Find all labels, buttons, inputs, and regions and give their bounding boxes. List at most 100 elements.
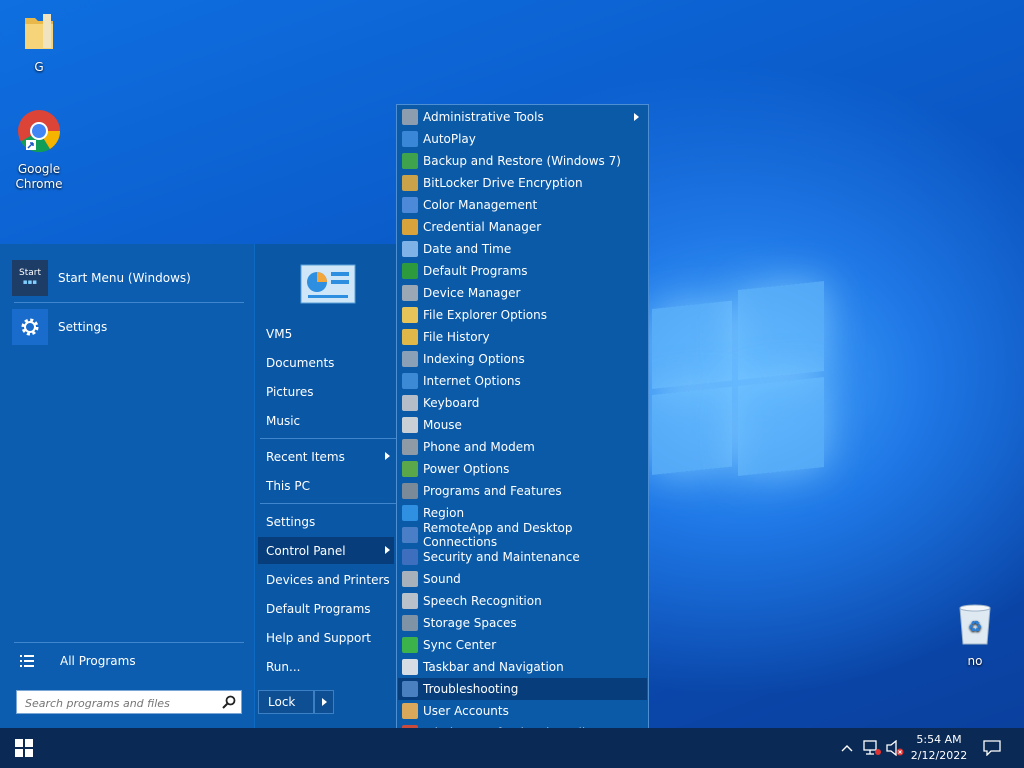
control-panel-item-file-explorer-options[interactable]: File Explorer Options xyxy=(398,304,647,326)
start-menu-item-music[interactable]: Music xyxy=(258,407,394,434)
windows-logo-wallpaper xyxy=(652,280,824,489)
windows-start-icon[interactable] xyxy=(15,739,33,757)
search-box[interactable] xyxy=(16,690,242,714)
control-panel-item-file-history[interactable]: File History xyxy=(398,326,647,348)
sync-icon xyxy=(402,637,418,653)
control-panel-item-device-manager[interactable]: Device Manager xyxy=(398,282,647,304)
control-panel-item-default-programs[interactable]: Default Programs xyxy=(398,260,647,282)
control-panel-item-sync-center[interactable]: Sync Center xyxy=(398,634,647,656)
item-label: Devices and Printers xyxy=(266,572,390,587)
item-label: Pictures xyxy=(266,384,314,399)
search-icon[interactable] xyxy=(222,695,236,709)
all-programs-button[interactable]: All Programs xyxy=(16,649,246,673)
lock-label: Lock xyxy=(268,695,296,709)
control-panel-item-taskbar-and-navigation[interactable]: Taskbar and Navigation xyxy=(398,656,647,678)
recycle-bin-icon: ♻ xyxy=(959,604,991,645)
control-panel-item-label: Programs and Features xyxy=(423,484,562,498)
control-panel-item-user-accounts[interactable]: User Accounts xyxy=(398,700,647,722)
start-menu-item-pictures[interactable]: Pictures xyxy=(258,378,394,405)
control-panel-item-troubleshooting[interactable]: Troubleshooting xyxy=(398,678,647,700)
clock-date: 2/12/2022 xyxy=(910,749,968,762)
lock-button[interactable]: Lock xyxy=(258,690,314,714)
control-panel-item-administrative-tools[interactable]: Administrative Tools xyxy=(398,106,647,128)
taskbar-icon xyxy=(402,659,418,675)
item-label: Documents xyxy=(266,355,335,370)
flag-icon xyxy=(402,549,418,565)
desktop-icon-folder-g[interactable]: G xyxy=(4,10,74,75)
start-menu-item-recent-items[interactable]: Recent Items xyxy=(258,443,394,470)
desktop-icon-chrome[interactable]: Google Chrome xyxy=(4,108,74,192)
notification-icon[interactable] xyxy=(983,740,1001,756)
control-panel-item-indexing-options[interactable]: Indexing Options xyxy=(398,348,647,370)
control-panel-item-internet-options[interactable]: Internet Options xyxy=(398,370,647,392)
chevron-right-icon xyxy=(634,113,639,121)
control-panel-item-label: Backup and Restore (Windows 7) xyxy=(423,154,621,168)
start-menu-item-help-support[interactable]: Help and Support xyxy=(258,624,394,651)
chrome-icon xyxy=(18,110,61,153)
chevron-up-icon[interactable] xyxy=(841,744,853,752)
start-menu-item-control-panel[interactable]: Control Panel xyxy=(258,537,394,564)
control-panel-item-bitlocker-drive-encryption[interactable]: BitLocker Drive Encryption xyxy=(398,172,647,194)
control-panel-item-date-and-time[interactable]: Date and Time xyxy=(398,238,647,260)
start-menu-item-vm5[interactable]: VM5 xyxy=(258,320,394,347)
control-panel-item-label: Device Manager xyxy=(423,286,521,300)
divider xyxy=(260,438,396,439)
control-panel-item-label: Phone and Modem xyxy=(423,440,535,454)
start-menu-item-settings[interactable]: Settings xyxy=(258,508,394,535)
control-panel-item-keyboard[interactable]: Keyboard xyxy=(398,392,647,414)
start-menu-tile-icon: Start ▪▪▪ xyxy=(12,260,48,296)
control-panel-item-security-and-maintenance[interactable]: Security and Maintenance xyxy=(398,546,647,568)
start-menu-item-devices-printers[interactable]: Devices and Printers xyxy=(258,566,394,593)
control-panel-item-label: Credential Manager xyxy=(423,220,542,234)
control-panel-item-label: File Explorer Options xyxy=(423,308,547,322)
start-menu-item-default-programs[interactable]: Default Programs xyxy=(258,595,394,622)
control-panel-item-autoplay[interactable]: AutoPlay xyxy=(398,128,647,150)
network-icon[interactable] xyxy=(863,740,881,756)
speaker-icon xyxy=(402,571,418,587)
start-menu-item-run[interactable]: Run... xyxy=(258,653,394,680)
pinned-start-menu-windows[interactable]: Start ▪▪▪ Start Menu (Windows) xyxy=(12,258,244,298)
keyboard-icon xyxy=(402,395,418,411)
tile-text: Start xyxy=(19,268,41,278)
control-panel-user-icon xyxy=(300,264,356,304)
control-panel-item-mouse[interactable]: Mouse xyxy=(398,414,647,436)
clock-icon xyxy=(402,241,418,257)
control-panel-item-speech-recognition[interactable]: Speech Recognition xyxy=(398,590,647,612)
item-label: Help and Support xyxy=(266,630,371,645)
control-panel-item-label: Administrative Tools xyxy=(423,110,544,124)
svg-text:♻: ♻ xyxy=(968,617,982,636)
power-options-arrow-button[interactable] xyxy=(314,690,334,714)
start-menu-item-this-pc[interactable]: This PC xyxy=(258,472,394,499)
backup-icon xyxy=(402,153,418,169)
control-panel-item-programs-and-features[interactable]: Programs and Features xyxy=(398,480,647,502)
clock-time: 5:54 AM xyxy=(916,733,962,746)
programs-icon xyxy=(402,483,418,499)
system-clock[interactable]: 5:54 AM 2/12/2022 xyxy=(906,732,972,764)
desktop-icon-recycle-bin[interactable]: ♻ no xyxy=(940,602,1010,669)
control-panel-item-credential-manager[interactable]: Credential Manager xyxy=(398,216,647,238)
control-panel-item-power-options[interactable]: Power Options xyxy=(398,458,647,480)
troubleshoot-icon xyxy=(402,681,418,697)
control-panel-item-backup-and-restore-windows-7[interactable]: Backup and Restore (Windows 7) xyxy=(398,150,647,172)
start-menu-item-documents[interactable]: Documents xyxy=(258,349,394,376)
all-programs-label: All Programs xyxy=(60,654,136,668)
region-icon xyxy=(402,505,418,521)
search-input[interactable] xyxy=(23,692,217,714)
control-panel-item-remoteapp-and-desktop-connections[interactable]: RemoteApp and Desktop Connections xyxy=(398,521,647,549)
pinned-settings[interactable]: Settings xyxy=(12,307,244,347)
control-panel-item-label: Sound xyxy=(423,572,461,586)
volume-muted-icon[interactable] xyxy=(885,740,905,756)
desktop-icon-label: G xyxy=(34,60,44,74)
control-panel-item-label: Indexing Options xyxy=(423,352,525,366)
divider xyxy=(14,642,244,643)
start-menu: Start ▪▪▪ Start Menu (Windows) Settings … xyxy=(0,244,398,728)
control-panel-item-color-management[interactable]: Color Management xyxy=(398,194,647,216)
item-label: Settings xyxy=(266,514,316,529)
item-label: Music xyxy=(266,413,301,428)
desktop-icon-label: Google Chrome xyxy=(15,162,63,191)
item-label: Default Programs xyxy=(266,601,371,616)
control-panel-item-phone-and-modem[interactable]: Phone and Modem xyxy=(398,436,647,458)
control-panel-item-storage-spaces[interactable]: Storage Spaces xyxy=(398,612,647,634)
control-panel-item-sound[interactable]: Sound xyxy=(398,568,647,590)
control-panel-item-label: User Accounts xyxy=(423,704,509,718)
